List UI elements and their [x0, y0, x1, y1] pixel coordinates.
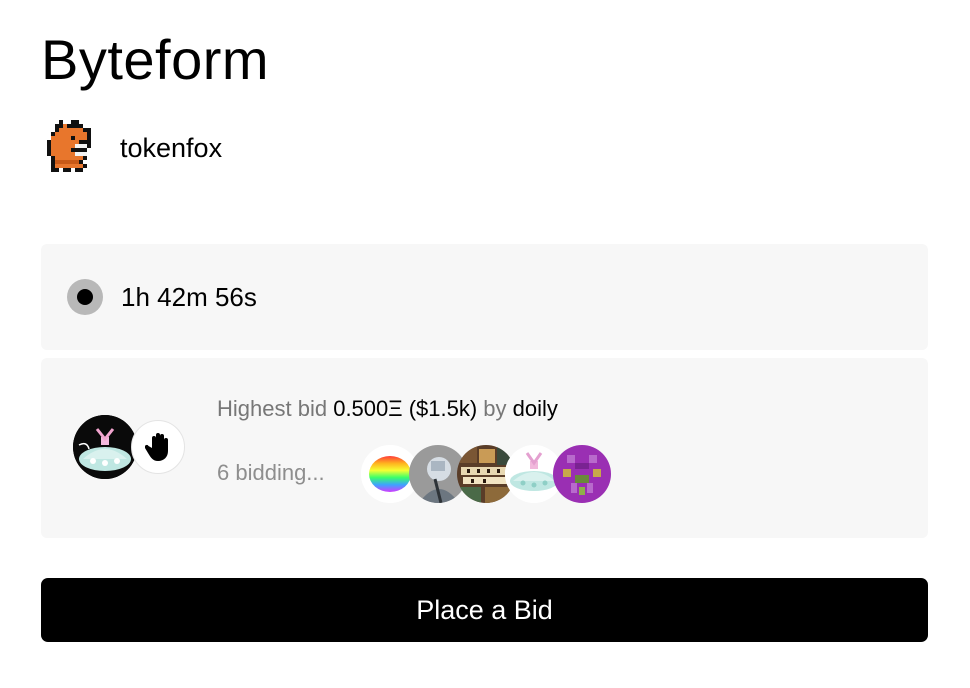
by-label: by	[483, 396, 507, 421]
highest-bidder-name[interactable]: doily	[513, 396, 558, 421]
creator-profile[interactable]: tokenfox	[41, 118, 222, 178]
highest-bid-line: Highest bid 0.500Ξ ($1.5k) by doily	[217, 395, 558, 423]
auction-timer-card: 1h 42m 56s	[41, 244, 928, 350]
top-bidder-avatar[interactable]	[73, 415, 137, 479]
artwork-title: Byteform	[41, 28, 270, 91]
pixel-fox-avatar[interactable]	[41, 118, 101, 178]
bidding-count: 6 bidding...	[217, 460, 325, 485]
highest-bid-amount: 0.500Ξ	[333, 396, 403, 421]
highest-bid-usd: ($1.5k)	[408, 396, 478, 421]
bid-status-card: Highest bid 0.500Ξ ($1.5k) by doily 6 bi…	[41, 358, 928, 538]
raised-hand-icon	[131, 420, 185, 474]
highest-bid-label: Highest bid	[217, 396, 328, 421]
purple-pixel-avatar[interactable]	[553, 445, 611, 503]
live-dot-icon	[67, 279, 103, 315]
place-bid-button[interactable]: Place a Bid	[41, 578, 928, 642]
creator-name[interactable]: tokenfox	[120, 132, 222, 164]
auction-countdown: 1h 42m 56s	[121, 282, 257, 312]
